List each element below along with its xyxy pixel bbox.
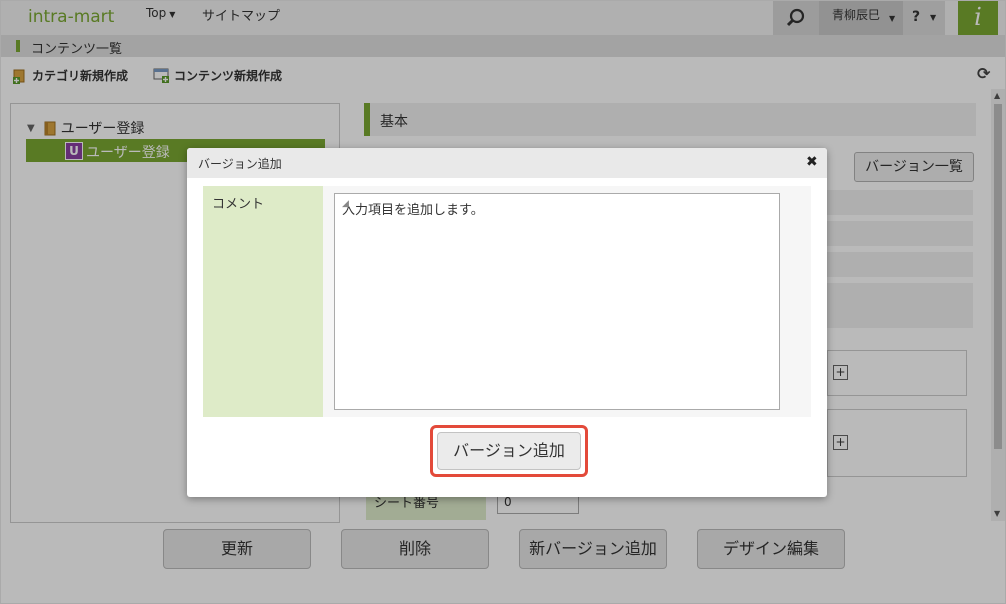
add-version-dialog: バージョン追加 ✖ コメント 入力項目を追加します。 ◢ バージョン追加 xyxy=(187,148,827,497)
resize-grip-icon[interactable]: ◢ xyxy=(342,199,777,408)
dialog-title: バージョン追加 xyxy=(198,157,282,171)
comment-label: コメント xyxy=(212,197,265,212)
comment-label-cell: コメント xyxy=(203,186,323,417)
add-version-submit-button[interactable]: バージョン追加 xyxy=(437,432,581,470)
dialog-titlebar: バージョン追加 ✖ xyxy=(187,148,827,178)
app-window: intra-mart Top ▼ サイトマップ 青柳辰巳 ▼ ? ▼ i コンテン… xyxy=(0,0,1006,604)
comment-textarea[interactable]: 入力項目を追加します。 ◢ xyxy=(334,193,780,410)
comment-field-cell: 入力項目を追加します。 ◢ xyxy=(323,186,811,417)
close-icon[interactable]: ✖ xyxy=(806,154,818,170)
highlight-ring: バージョン追加 xyxy=(430,425,588,477)
